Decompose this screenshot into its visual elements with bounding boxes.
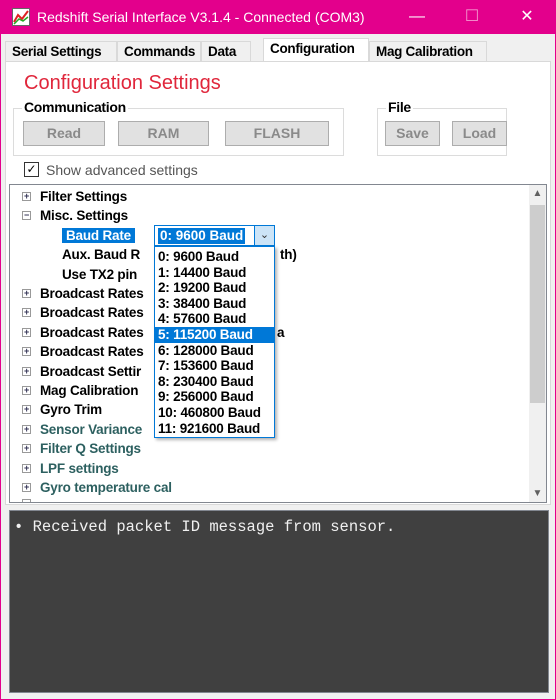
expand-icon[interactable]: + bbox=[22, 463, 31, 473]
tree-item[interactable]: + Gyro temperature cal bbox=[22, 478, 172, 497]
tree-item-label: Filter Settings bbox=[40, 189, 128, 204]
tree-item[interactable]: Use TX2 pin bbox=[62, 265, 137, 284]
tree-item-label: Broadcast Rates bbox=[40, 324, 144, 340]
expand-icon[interactable]: + bbox=[22, 327, 31, 337]
baud-rate-dropdown-list[interactable]: 0: 9600 Baud 1: 14400 Baud 2: 19200 Baud 3:… bbox=[154, 246, 275, 438]
tree-item-label: Mag Calibration bbox=[40, 383, 139, 398]
expand-icon[interactable]: + bbox=[22, 347, 31, 357]
tree-item[interactable]: + Broadcast Rates bbox=[22, 284, 144, 303]
settings-tree[interactable]: + Filter Settings − Misc. Settings Baud Rate… bbox=[9, 184, 547, 503]
expand-icon[interactable]: + bbox=[22, 366, 31, 376]
baud-rate-option[interactable]: 0: 9600 Baud bbox=[155, 249, 274, 265]
baud-rate-option[interactable]: 8: 230400 Baud bbox=[155, 374, 274, 390]
show-advanced-checkbox[interactable]: ✓ bbox=[24, 162, 39, 177]
chevron-down-icon[interactable]: ⌄ bbox=[254, 226, 274, 245]
file-label: File bbox=[386, 99, 413, 115]
tab-commands[interactable]: Commands bbox=[117, 41, 201, 61]
baud-rate-option[interactable]: 1: 14400 Baud bbox=[155, 265, 274, 281]
app-chart-icon bbox=[12, 8, 30, 26]
title-bar: Redshift Serial Interface V3.1.4 - Conne… bbox=[1, 0, 555, 34]
baud-rate-option[interactable]: 2: 19200 Baud bbox=[155, 280, 274, 296]
expand-icon[interactable]: + bbox=[22, 405, 31, 415]
tree-item-label: Broadcast Settir bbox=[40, 363, 142, 379]
tree-item[interactable]: + Gyro Trim bbox=[22, 400, 102, 419]
tree-item-label: Filter Q Settings bbox=[40, 441, 141, 457]
tab-data[interactable]: Data bbox=[201, 41, 251, 61]
baud-rate-option[interactable]: 3: 38400 Baud bbox=[155, 296, 274, 312]
expand-icon[interactable] bbox=[22, 499, 31, 502]
tab-configuration[interactable]: Configuration bbox=[263, 38, 369, 62]
tab-serial-settings[interactable]: Serial Settings bbox=[5, 41, 117, 61]
tree-item-label: Gyro Trim bbox=[40, 402, 102, 418]
communication-label: Communication bbox=[22, 99, 128, 115]
collapse-icon[interactable]: − bbox=[22, 211, 31, 221]
tree-item-label: LPF settings bbox=[40, 460, 119, 476]
baud-rate-option[interactable]: 4: 57600 Baud bbox=[155, 311, 274, 327]
flash-button[interactable]: FLASH bbox=[225, 121, 329, 146]
baud-rate-combo[interactable]: 0: 9600 Baud ⌄ bbox=[154, 225, 275, 246]
scrollbar-thumb[interactable] bbox=[530, 205, 545, 403]
tree-item[interactable]: − Misc. Settings bbox=[22, 206, 128, 225]
tree-item[interactable]: + Sensor Variance bbox=[22, 420, 143, 439]
save-button[interactable]: Save bbox=[385, 121, 440, 146]
tree-item[interactable]: Baud Rate bbox=[62, 226, 135, 245]
expand-icon[interactable]: + bbox=[22, 483, 31, 492]
tree-item[interactable]: Aux. Baud R th) bbox=[62, 245, 297, 264]
tree-item-label: Sensor Variance bbox=[40, 421, 143, 437]
tree-item[interactable]: + Filter Settings bbox=[22, 187, 128, 206]
tree-item[interactable]: + Broadcast Rates bbox=[22, 303, 144, 322]
tree-item-label: Misc. Settings bbox=[40, 208, 128, 224]
tree-item[interactable]: + Broadcast Rates a bbox=[22, 323, 285, 342]
log-console: • Received packet ID message from sensor… bbox=[9, 510, 549, 693]
tree-item-label-tail: a bbox=[277, 324, 285, 340]
scroll-down-icon[interactable]: ▼ bbox=[529, 485, 546, 502]
tree-scrollbar[interactable]: ▲ ▼ bbox=[529, 185, 546, 502]
tree-item[interactable]: + Filter Q Settings bbox=[22, 439, 141, 458]
app-window: Redshift Serial Interface V3.1.4 - Conne… bbox=[1, 0, 555, 699]
tree-item-label: Gyro temperature cal bbox=[40, 480, 172, 495]
expand-icon[interactable]: + bbox=[22, 444, 31, 454]
maximize-button[interactable]: ☐ bbox=[452, 4, 492, 30]
log-line: • Received packet ID message from sensor… bbox=[14, 518, 396, 536]
communication-group: Communication Read RAM FLASH bbox=[13, 99, 344, 156]
load-button[interactable]: Load bbox=[452, 121, 507, 146]
expand-icon[interactable]: + bbox=[22, 386, 31, 395]
expand-icon[interactable]: + bbox=[22, 424, 31, 434]
baud-rate-option[interactable]: 10: 460800 Baud bbox=[155, 405, 274, 421]
scroll-up-icon[interactable]: ▲ bbox=[529, 185, 546, 202]
minimize-button[interactable]: — bbox=[397, 4, 437, 30]
tree-item-label-tail: th) bbox=[280, 247, 297, 263]
tree-item-label: Baud Rate bbox=[62, 227, 135, 243]
tree-item-label: Broadcast Rates bbox=[40, 305, 144, 321]
read-button[interactable]: Read bbox=[23, 121, 105, 146]
page-title: Configuration Settings bbox=[24, 72, 221, 94]
expand-icon[interactable]: + bbox=[22, 289, 31, 298]
baud-rate-option[interactable]: 11: 921600 Baud bbox=[155, 421, 274, 437]
baud-rate-option[interactable]: 6: 128000 Baud bbox=[155, 343, 274, 359]
ram-button[interactable]: RAM bbox=[118, 121, 209, 146]
expand-icon[interactable]: + bbox=[22, 192, 31, 201]
close-button[interactable]: ✕ bbox=[507, 4, 547, 30]
tree-item[interactable]: + Broadcast Settir bbox=[22, 362, 142, 381]
baud-rate-option[interactable]: 5: 115200 Baud bbox=[155, 326, 274, 343]
tab-mag-calibration[interactable]: Mag Calibration bbox=[369, 41, 487, 61]
tree-item-label: Broadcast Rates bbox=[40, 286, 144, 301]
configuration-panel: Configuration Settings Communication Rea… bbox=[5, 61, 551, 505]
baud-rate-value[interactable]: 0: 9600 Baud bbox=[158, 228, 246, 244]
baud-rate-option[interactable]: 7: 153600 Baud bbox=[155, 358, 274, 374]
expand-icon[interactable]: + bbox=[22, 308, 31, 318]
tree-item-label: Aux. Baud R bbox=[62, 247, 141, 263]
baud-rate-option[interactable]: 9: 256000 Baud bbox=[155, 389, 274, 405]
tree-item-label: Broadcast Rates bbox=[40, 344, 144, 360]
show-advanced-label[interactable]: Show advanced settings bbox=[46, 162, 198, 178]
window-title: Redshift Serial Interface V3.1.4 - Conne… bbox=[37, 9, 365, 25]
tree-item[interactable]: + LPF settings bbox=[22, 459, 119, 478]
file-group: File Save Load bbox=[377, 99, 507, 156]
tree-item-label: Use TX2 pin bbox=[62, 266, 138, 282]
tree-item[interactable]: + Mag Calibration bbox=[22, 381, 139, 400]
tree-item[interactable]: + Broadcast Rates bbox=[22, 342, 144, 361]
